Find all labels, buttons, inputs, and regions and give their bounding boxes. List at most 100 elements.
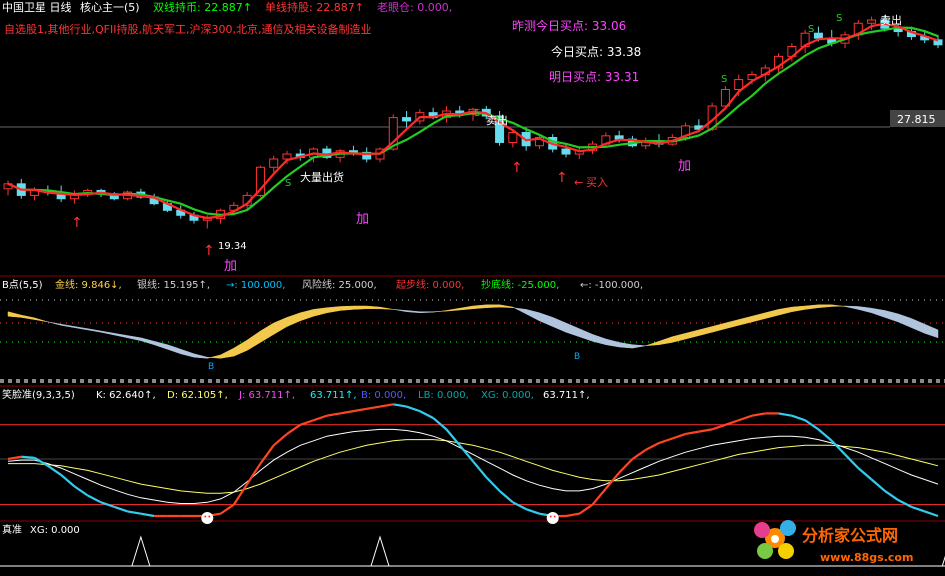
b-mark-2: B [574, 352, 580, 362]
signal-peak [131, 535, 151, 567]
ma-green-line [7, 26, 939, 217]
add-label-1: 加 [224, 259, 237, 274]
line-j-seg [313, 414, 328, 422]
band-segment [685, 329, 700, 340]
line-j-seg [791, 414, 806, 422]
band-segment [605, 338, 620, 348]
add-label-2: 加 [356, 212, 369, 227]
indicator-name: 核心主一(5) [80, 0, 140, 14]
line-j-seg [326, 412, 341, 417]
band-segment [100, 330, 115, 336]
line-j-seg [406, 405, 421, 413]
band-segment [711, 322, 726, 333]
panel2-item-1: 银线: 15.195↑, [137, 278, 210, 291]
panel2-item-5: 抄底线: -25.000, [481, 278, 559, 291]
header-item-1: 单线持股: 22.887↑ [265, 0, 364, 14]
band-segment [167, 344, 181, 355]
line-j-seg [671, 432, 686, 440]
big-sell-label: 大量出货 [300, 170, 344, 184]
line-j-seg [645, 442, 660, 451]
band-segment [273, 317, 288, 335]
buy-arrow-icon-4: ↑ [556, 170, 568, 186]
line-j-seg [591, 487, 607, 506]
band-segment [326, 306, 341, 314]
line-j-seg [618, 458, 634, 474]
buy-arrow: ← [574, 176, 583, 189]
line-j-seg [565, 512, 580, 518]
band-segment [499, 304, 514, 308]
line-j-seg [127, 510, 142, 515]
buy-label: 买入 [586, 176, 608, 189]
smiley-eye [553, 515, 556, 518]
panel2-item-4: 起步线: 0.000, [396, 278, 464, 291]
price-tag: 27.815 [897, 113, 936, 126]
band-segment [153, 340, 168, 350]
panel4-name: 真准 [2, 523, 22, 536]
line-j-seg [631, 448, 647, 460]
band-segment [87, 328, 102, 333]
band-segment [286, 312, 301, 327]
band-segment [60, 323, 75, 328]
line-j-seg [272, 433, 288, 447]
band-segment [220, 347, 235, 359]
band-segment [260, 322, 274, 343]
sell-label-2: 卖出 [880, 13, 902, 27]
smiley-eye [208, 515, 211, 518]
line-j-seg [366, 405, 381, 410]
band-segment [765, 309, 779, 319]
buy-point-today: 今日买点: 33.38 [551, 44, 641, 59]
band-segment [21, 314, 35, 320]
candle-body [402, 117, 412, 122]
band-segment [738, 315, 753, 326]
band-segment [804, 304, 819, 310]
band-segment [353, 305, 367, 310]
panel2-item-6: ←: -100.000, [580, 280, 643, 291]
panel3-item-1: D: 62.105↑, [167, 390, 228, 401]
band-segment [751, 312, 766, 323]
line-j-seg [884, 490, 899, 501]
s-mark-1: S [285, 178, 291, 189]
line-j-seg [658, 437, 673, 445]
line-j-seg [578, 503, 594, 515]
band-segment [552, 317, 567, 333]
band-segment [565, 322, 580, 338]
panel3-item-4: B: 0.000, [361, 390, 406, 401]
band-segment [658, 336, 673, 345]
band-segment [74, 326, 88, 331]
candle-body [734, 79, 744, 90]
line-j-seg [445, 428, 461, 447]
band-segment [313, 307, 328, 317]
band-segment [897, 313, 912, 328]
panel3-name: 笑脸准(9,3,3,5) [2, 388, 75, 401]
band-segment [180, 348, 195, 358]
line-j-seg [299, 419, 314, 426]
line-j-seg [924, 510, 939, 518]
line-j-seg [498, 490, 514, 504]
panel2-item-2: →: 100.000, [226, 280, 285, 291]
band-segment [193, 353, 208, 359]
buy-arrow-icon-2: ↑ [203, 243, 215, 259]
band-segment [778, 306, 793, 316]
band-segment [924, 323, 939, 339]
band-segment [207, 354, 221, 359]
smiley-eye [204, 515, 207, 518]
band-segment [300, 309, 314, 322]
b-point-panel [0, 299, 945, 383]
panel2-item-0: 金线: 9.846↓, [55, 278, 122, 291]
buy-arrow-icon-1: ↑ [71, 215, 83, 231]
line-j-seg [738, 414, 753, 422]
watermark-name: 分析家公式网 [802, 526, 898, 545]
line-j-seg [525, 508, 540, 515]
line-j-seg [685, 430, 700, 436]
buy-point-yesterday: 昨测今日买点: 33.06 [512, 18, 626, 33]
candle-body [282, 153, 292, 160]
band-segment [246, 330, 261, 351]
band-segment [539, 312, 553, 327]
add-label-3: 加 [678, 159, 691, 174]
line-j-seg [419, 410, 434, 419]
smiley-eye [549, 515, 552, 518]
band-segment [844, 305, 859, 310]
band-segment [140, 337, 155, 346]
band-segment [127, 335, 142, 342]
band-segment [871, 307, 886, 318]
